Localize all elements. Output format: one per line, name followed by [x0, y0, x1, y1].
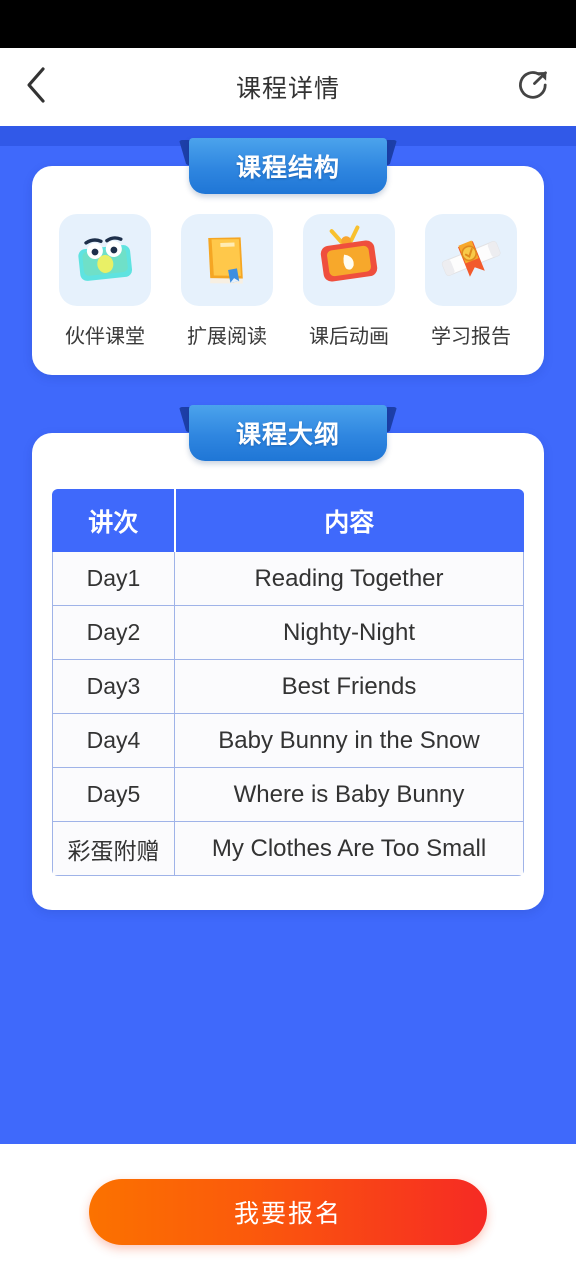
content-area: 课程结构 伙伴课堂 扩展阅读 课后动画 学习报告 课程大纲 讲次 内容 Day1…	[0, 126, 576, 910]
cell-content: Reading Together	[174, 551, 524, 606]
page-title: 课程详情	[235, 75, 340, 103]
cell-lesson: Day5	[52, 767, 175, 822]
structure-item-extended-reading[interactable]: 扩展阅读	[172, 214, 282, 349]
icon-tile	[59, 214, 151, 306]
course-outline-banner: 课程大纲	[179, 405, 397, 461]
cell-lesson: Day3	[52, 659, 175, 714]
table-header-row: 讲次 内容	[52, 489, 524, 552]
structure-item-label: 扩展阅读	[187, 326, 267, 348]
table-row: 彩蛋附赠 My Clothes Are Too Small	[52, 821, 524, 876]
share-circle-icon	[514, 66, 552, 109]
tv-play-icon	[314, 223, 384, 298]
structure-item-label: 伙伴课堂	[65, 326, 145, 348]
icon-tile	[303, 214, 395, 306]
diploma-scroll-icon	[436, 223, 506, 298]
share-button[interactable]	[508, 65, 552, 109]
cell-lesson: 彩蛋附赠	[52, 821, 175, 876]
table-body: Day1 Reading Together Day2 Nighty-Night …	[52, 551, 524, 876]
table-row: Day1 Reading Together	[52, 551, 524, 606]
nav-header: 课程详情	[0, 48, 576, 126]
table-row: Day3 Best Friends	[52, 659, 524, 714]
column-header-content: 内容	[173, 489, 524, 552]
course-outline-table: 讲次 内容 Day1 Reading Together Day2 Nighty-…	[52, 489, 524, 876]
cell-lesson: Day4	[52, 713, 175, 768]
course-structure-card: 课程结构 伙伴课堂 扩展阅读 课后动画 学习报告	[32, 138, 544, 375]
page-body: 课程结构 伙伴课堂 扩展阅读 课后动画 学习报告 课程大纲 讲次 内容 Day1…	[0, 126, 576, 1144]
icon-tile	[181, 214, 273, 306]
course-structure-title: 课程结构	[235, 154, 340, 182]
structure-item-label: 学习报告	[431, 326, 511, 348]
cell-content: Best Friends	[174, 659, 524, 714]
book-icon	[192, 223, 262, 298]
table-row: Day2 Nighty-Night	[52, 605, 524, 660]
structure-icon-grid: 伙伴课堂 扩展阅读 课后动画 学习报告	[50, 214, 526, 349]
cell-lesson: Day1	[52, 551, 175, 606]
back-button[interactable]	[24, 65, 68, 109]
course-outline-card: 课程大纲 讲次 内容 Day1 Reading Together Day2 Ni…	[32, 405, 544, 910]
chevron-left-icon	[24, 66, 48, 109]
table-header: 讲次 内容	[52, 489, 524, 552]
column-header-lesson: 讲次	[52, 489, 175, 552]
cell-content: My Clothes Are Too Small	[174, 821, 524, 876]
table-row: Day4 Baby Bunny in the Snow	[52, 713, 524, 768]
cell-lesson: Day2	[52, 605, 175, 660]
enroll-button[interactable]: 我要报名	[89, 1179, 487, 1245]
status-bar	[0, 0, 576, 48]
structure-item-after-class-animation[interactable]: 课后动画	[294, 214, 404, 349]
cell-content: Baby Bunny in the Snow	[174, 713, 524, 768]
structure-item-partner-classroom[interactable]: 伙伴课堂	[50, 214, 160, 349]
icon-tile	[425, 214, 517, 306]
course-structure-banner: 课程结构	[179, 138, 397, 194]
app-screen: 课程详情 课程结构 伙伴课堂 扩展阅读 课后动画 学习报告 课程大纲 讲次 内容…	[0, 0, 576, 1280]
cell-content: Where is Baby Bunny	[174, 767, 524, 822]
structure-item-learning-report[interactable]: 学习报告	[416, 214, 526, 349]
cell-content: Nighty-Night	[174, 605, 524, 660]
laptop-character-icon	[70, 223, 140, 298]
course-outline-title: 课程大纲	[235, 421, 340, 449]
footer-bar: 我要报名	[0, 1144, 576, 1280]
table-row: Day5 Where is Baby Bunny	[52, 767, 524, 822]
structure-item-label: 课后动画	[309, 326, 389, 348]
